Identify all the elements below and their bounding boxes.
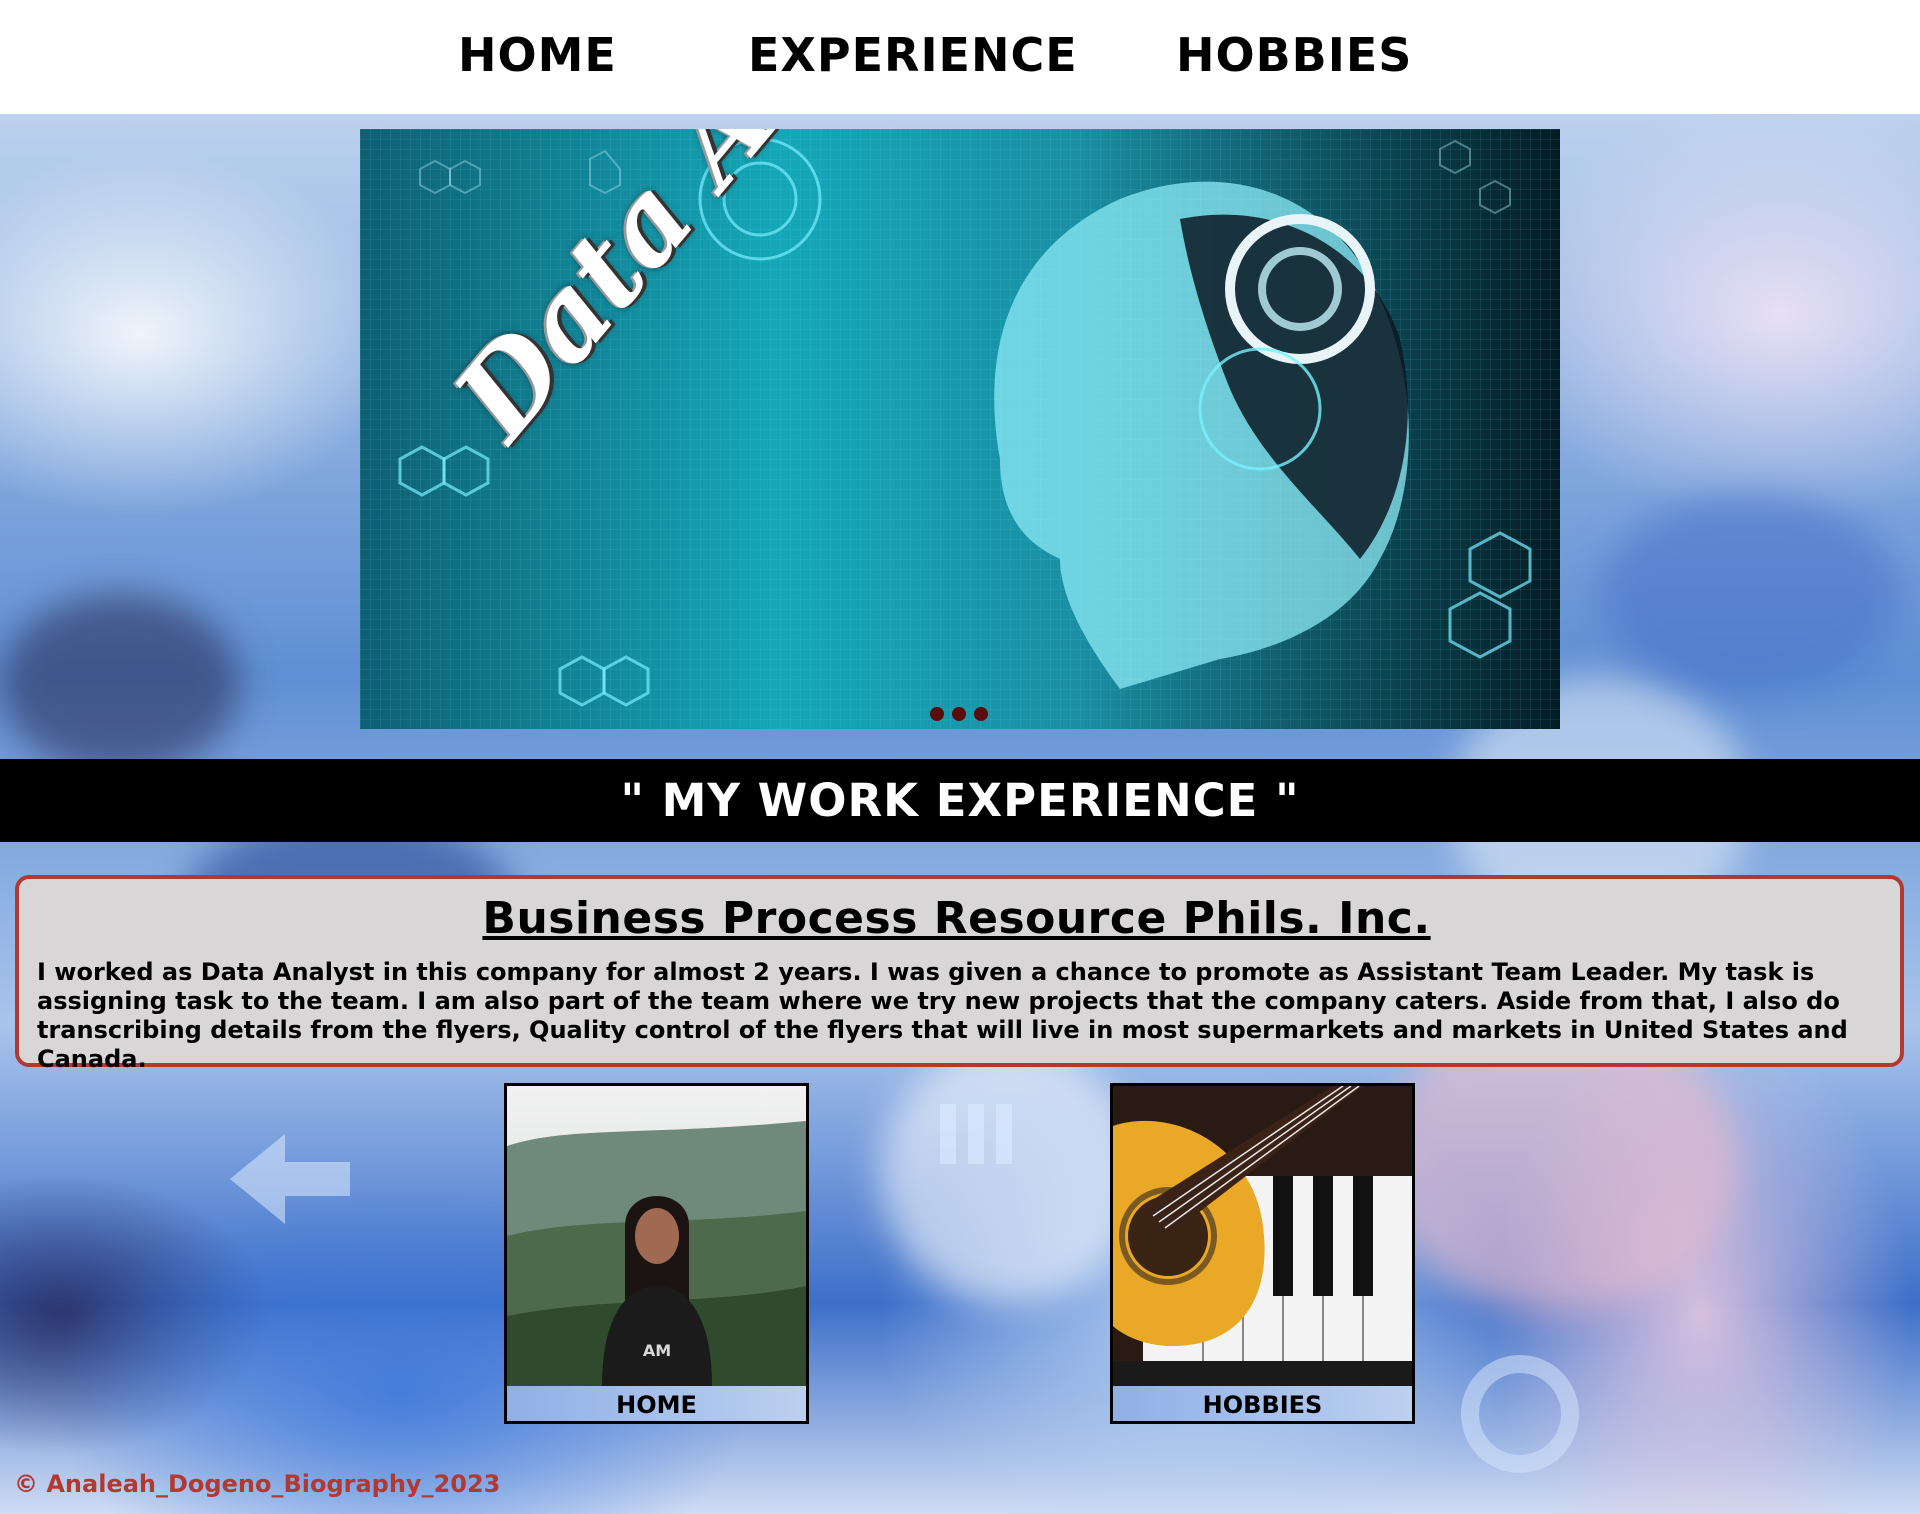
profile-photo-image: AM (507, 1086, 806, 1386)
experience-description: I worked as Data Analyst in this company… (37, 958, 1848, 1073)
section-heading-band: " MY WORK EXPERIENCE " (0, 759, 1920, 842)
nav-link-home[interactable]: HOME (458, 28, 617, 82)
slider-dot-1[interactable] (930, 707, 944, 721)
profile-photo: AM (507, 1086, 806, 1386)
top-navigation: HOME EXPERIENCE HOBBIES (0, 0, 1920, 114)
slider-dot-3[interactable] (974, 707, 988, 721)
thumbnail-home[interactable]: AM HOME (504, 1083, 809, 1424)
thumbnail-home-caption: HOME (507, 1386, 806, 1421)
nav-link-experience[interactable]: EXPERIENCE (748, 28, 1078, 82)
thumbnail-hobbies[interactable]: HOBBIES (1110, 1083, 1415, 1424)
slider-dot-2[interactable] (952, 707, 966, 721)
slider-dots (930, 707, 988, 721)
arrow-left-icon (230, 1134, 350, 1224)
thumbnail-hobbies-caption: HOBBIES (1113, 1386, 1412, 1421)
section-heading: " MY WORK EXPERIENCE " (620, 774, 1300, 827)
guitar-piano-photo (1113, 1086, 1412, 1386)
company-title: Business Process Resource Phils. Inc. (482, 893, 1431, 944)
copyright-text: © Analeah_Dogeno_Biography_2023 (14, 1470, 501, 1498)
gear-icon (1461, 1355, 1579, 1473)
guitar-piano-image (1113, 1086, 1412, 1386)
hero-slider: Data Analyst (360, 129, 1560, 729)
bars-icon (940, 1104, 1012, 1164)
nav-link-hobbies[interactable]: HOBBIES (1176, 28, 1412, 82)
svg-text:AM: AM (643, 1341, 671, 1360)
experience-card: Business Process Resource Phils. Inc. I … (15, 875, 1904, 1073)
